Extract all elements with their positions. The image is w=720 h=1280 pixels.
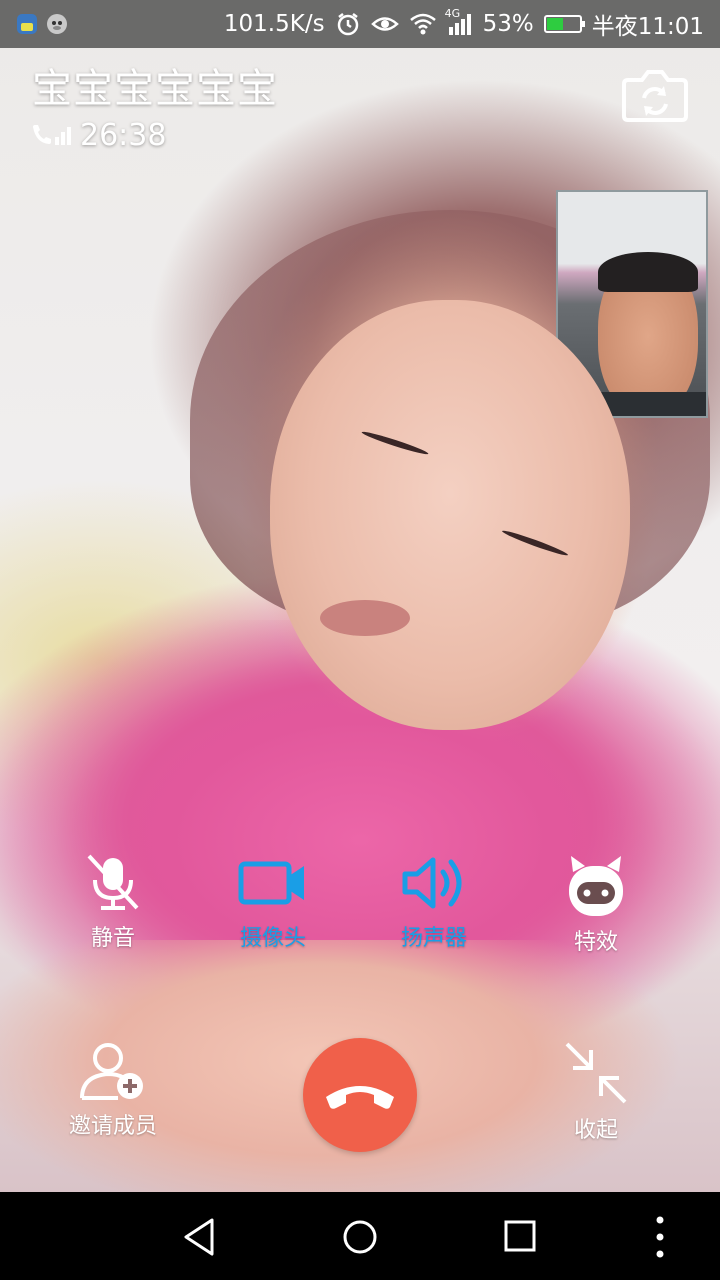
collapse-label: 收起 bbox=[573, 1118, 618, 1143]
battery-icon bbox=[543, 15, 585, 33]
app-notification-icon bbox=[17, 14, 37, 34]
wifi-icon bbox=[409, 13, 436, 35]
caller-name: 宝宝宝宝宝宝 bbox=[32, 66, 278, 112]
signal-icon: 4G bbox=[445, 7, 473, 35]
remote-video-feed bbox=[0, 0, 720, 1192]
speaker-icon bbox=[402, 857, 462, 909]
battery-percent: 53% bbox=[482, 11, 534, 37]
camera-button[interactable]: 摄像头 bbox=[203, 852, 343, 952]
collapse-button[interactable]: 收起 bbox=[526, 1040, 666, 1144]
monkey-icon bbox=[47, 14, 67, 34]
navigation-bar bbox=[0, 1192, 720, 1280]
camera-switch-icon bbox=[622, 70, 688, 122]
add-person-icon bbox=[80, 1043, 143, 1100]
video-camera-icon bbox=[238, 861, 304, 905]
call-signal-icon bbox=[33, 124, 71, 145]
effects-label: 特效 bbox=[573, 930, 618, 955]
hang-up-button[interactable] bbox=[303, 1038, 417, 1152]
mic-off-icon bbox=[87, 854, 139, 910]
back-button[interactable] bbox=[174, 1212, 224, 1262]
call-duration: 26:38 bbox=[80, 118, 167, 153]
recent-square-icon bbox=[504, 1220, 536, 1252]
network-type: 4G bbox=[444, 7, 461, 20]
more-options-button[interactable] bbox=[640, 1212, 690, 1262]
network-speed: 101.5K/s bbox=[223, 11, 325, 37]
back-triangle-icon bbox=[184, 1218, 214, 1256]
invite-member-button[interactable]: 邀请成员 bbox=[43, 1040, 183, 1140]
effects-button[interactable]: 特效 bbox=[526, 852, 666, 956]
invite-label: 邀请成员 bbox=[68, 1114, 157, 1139]
switch-camera-button[interactable] bbox=[620, 66, 690, 124]
camera-label: 摄像头 bbox=[239, 926, 306, 951]
speaker-label: 扬声器 bbox=[400, 926, 467, 951]
mute-label: 静音 bbox=[90, 926, 135, 951]
home-circle-icon bbox=[343, 1220, 377, 1254]
eye-icon bbox=[370, 17, 399, 31]
call-duration-row: 26:38 bbox=[30, 118, 166, 153]
home-button[interactable] bbox=[335, 1212, 385, 1262]
effects-mascot-icon bbox=[569, 856, 623, 916]
hang-up-phone-icon bbox=[326, 1086, 394, 1109]
recent-apps-button[interactable] bbox=[496, 1212, 546, 1262]
status-time: 半夜11:01 bbox=[591, 14, 704, 40]
status-bar: 101.5K/s 4G 53% 半夜11:01 bbox=[0, 0, 720, 48]
collapse-arrows-icon bbox=[565, 1042, 627, 1104]
speaker-button[interactable]: 扬声器 bbox=[364, 852, 504, 952]
alarm-icon bbox=[337, 13, 358, 36]
mute-button[interactable]: 静音 bbox=[43, 852, 183, 952]
more-dots-icon bbox=[656, 1216, 664, 1258]
